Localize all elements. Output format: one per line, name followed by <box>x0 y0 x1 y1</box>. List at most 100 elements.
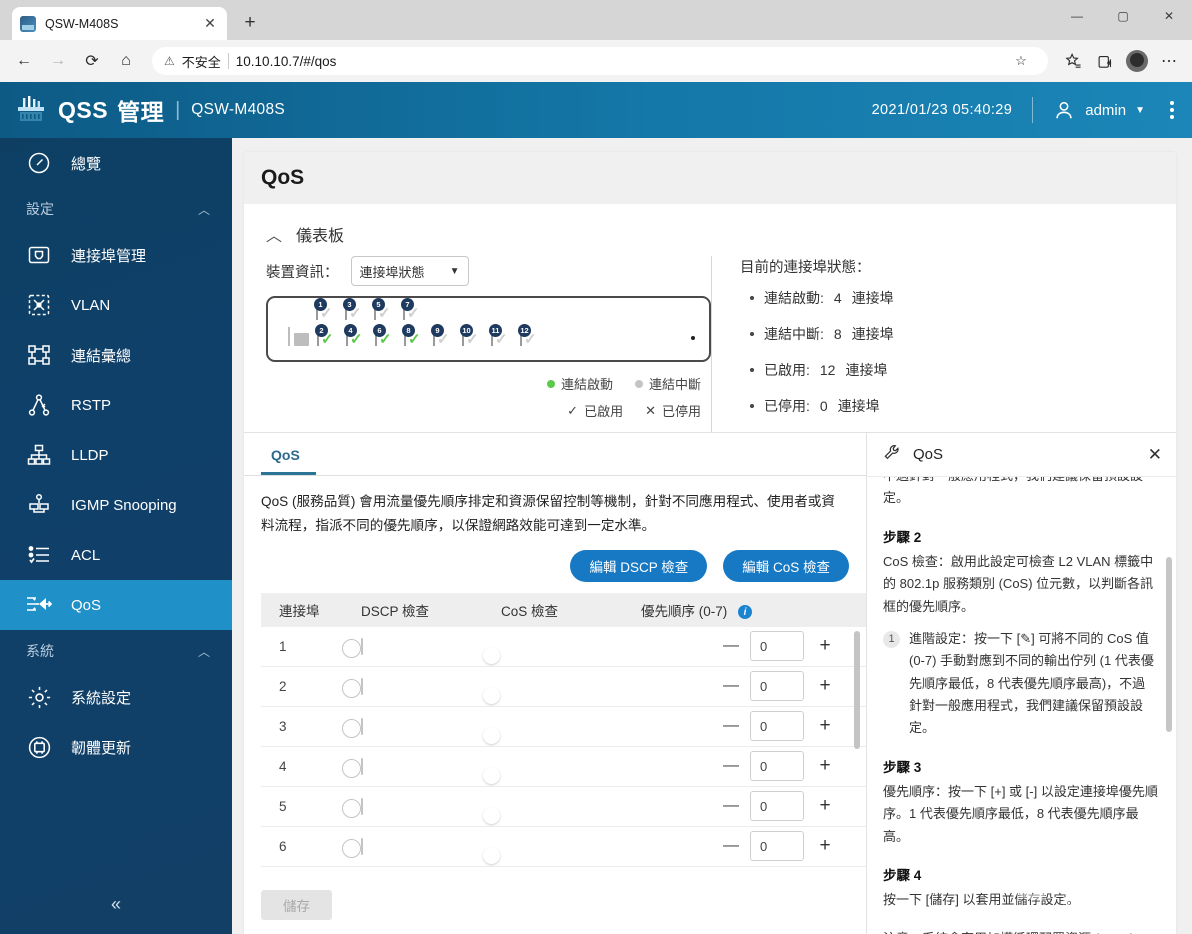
app-body: 總覽 設定 ︿ 連接埠管理 <box>0 138 1192 934</box>
close-icon[interactable]: ✕ <box>1148 445 1162 465</box>
priority-decrement-button[interactable]: — <box>722 717 740 735</box>
maximize-button[interactable]: ▢ <box>1100 0 1146 32</box>
priority-decrement-button[interactable]: — <box>722 757 740 775</box>
priority-input[interactable] <box>750 751 804 781</box>
tab-title: QSW-M408S <box>45 17 201 31</box>
port-cell-2[interactable]: ✓2 <box>317 328 342 354</box>
priority-decrement-button[interactable]: — <box>722 837 740 855</box>
favorite-star-icon[interactable]: ☆ <box>1006 46 1036 76</box>
save-button[interactable]: 儲存 <box>261 890 332 920</box>
profile-avatar[interactable] <box>1122 46 1152 76</box>
chevron-up-icon[interactable]: ︿ <box>266 222 282 246</box>
dscp-toggle[interactable] <box>361 678 363 695</box>
column-header-port: 連接埠 <box>261 600 361 620</box>
warning-triangle-icon: ⚠ <box>164 54 175 68</box>
favorites-list-icon[interactable] <box>1058 46 1088 76</box>
address-bar[interactable]: ⚠ 不安全 10.10.10.7/#/qos ☆ <box>152 47 1048 75</box>
home-icon[interactable]: ⌂ <box>110 45 142 77</box>
port-number: 11 <box>489 324 502 337</box>
device-info-selected-value: 連接埠狀態 <box>360 262 425 281</box>
back-icon[interactable]: ← <box>8 45 40 77</box>
url-text: 10.10.10.7/#/qos <box>236 54 337 69</box>
priority-increment-button[interactable]: + <box>814 635 836 657</box>
sidebar-group-system[interactable]: 系統 ︿ <box>0 630 232 672</box>
window-close-button[interactable]: ✕ <box>1146 0 1192 32</box>
device-info-select[interactable]: 連接埠狀態 ▼ <box>351 256 469 286</box>
switch-diagram: ✓1✓3✓5✓7 ✓2✓4✓6✓8✓9✓10✓11✓12 <box>266 296 711 362</box>
sidebar-group-settings[interactable]: 設定 ︿ <box>0 188 232 230</box>
device-model: QSW-M408S <box>191 101 285 119</box>
window-controls: — ▢ ✕ <box>1054 0 1192 32</box>
user-menu-caret-icon[interactable]: ▼ <box>1135 105 1145 116</box>
priority-increment-button[interactable]: + <box>814 835 836 857</box>
priority-input[interactable] <box>750 791 804 821</box>
port-cell-11[interactable]: ✓11 <box>491 328 516 354</box>
port-number: 2 <box>315 324 328 337</box>
sidebar-collapse-button[interactable]: « <box>0 884 232 924</box>
port-cell-12[interactable]: ✓12 <box>520 328 545 354</box>
new-tab-button[interactable]: + <box>236 9 264 37</box>
sidebar-item-vlan[interactable]: VLAN <box>0 280 232 330</box>
browser-tab[interactable]: QSW-M408S ✕ <box>12 7 227 40</box>
priority-increment-button[interactable]: + <box>814 755 836 777</box>
help-note-text: 注意：系統會套用加權循環配置資源 (WRR) <box>883 928 1158 934</box>
edit-dscp-button[interactable]: 編輯 DSCP 檢查 <box>570 550 707 582</box>
priority-increment-button[interactable]: + <box>814 675 836 697</box>
help-clipped-text: 不過針對一般應用程式，我們建議保留預設設定。 <box>883 477 1158 510</box>
priority-input[interactable] <box>750 631 804 661</box>
sidebar-item-link-aggregation[interactable]: 連結彙總 <box>0 330 232 380</box>
edit-cos-button[interactable]: 編輯 CoS 檢查 <box>723 550 849 582</box>
sidebar-item-acl[interactable]: ACL <box>0 530 232 580</box>
priority-increment-button[interactable]: + <box>814 715 836 737</box>
sidebar-item-qos[interactable]: QoS <box>0 580 232 630</box>
table-body: 1—+2—+3—+4—+5—+6—+ <box>261 627 866 876</box>
dscp-toggle[interactable] <box>361 798 363 815</box>
dashboard-header[interactable]: ︿ 儀表板 <box>244 216 1176 256</box>
reload-icon[interactable]: ⟳ <box>76 45 108 77</box>
help-scrollbar[interactable] <box>1166 557 1172 732</box>
help-sub-number: 1 <box>883 631 900 648</box>
priority-decrement-button[interactable]: — <box>722 637 740 655</box>
priority-input[interactable] <box>750 831 804 861</box>
status-unit: 連接埠 <box>845 360 887 380</box>
minimize-button[interactable]: — <box>1054 0 1100 32</box>
port-number: 6 <box>373 324 386 337</box>
sidebar-item-system-settings[interactable]: 系統設定 <box>0 672 232 722</box>
priority-increment-button[interactable]: + <box>814 795 836 817</box>
port-cell-8[interactable]: ✓8 <box>404 328 429 354</box>
sidebar-item-rstp[interactable]: RSTP <box>0 380 232 430</box>
collections-icon[interactable] <box>1090 46 1120 76</box>
forward-icon[interactable]: → <box>42 45 74 77</box>
priority-input[interactable] <box>750 711 804 741</box>
sidebar-item-port-management[interactable]: 連接埠管理 <box>0 230 232 280</box>
sidebar-label: ACL <box>71 547 100 564</box>
tab-close-icon[interactable]: ✕ <box>201 15 219 33</box>
priority-decrement-button[interactable]: — <box>722 797 740 815</box>
port-cell-10[interactable]: ✓10 <box>462 328 487 354</box>
dscp-toggle[interactable] <box>361 758 363 775</box>
save-bar: 儲存 <box>244 876 866 934</box>
port-cell-6[interactable]: ✓6 <box>375 328 400 354</box>
dscp-toggle[interactable] <box>361 838 363 855</box>
browser-more-icon[interactable]: ⋯ <box>1154 46 1184 76</box>
chevron-up-icon: ︿ <box>198 643 210 660</box>
table-row: 1—+ <box>261 627 866 667</box>
tab-qos[interactable]: QoS <box>261 447 316 475</box>
sidebar-item-igmp-snooping[interactable]: IGMP Snooping <box>0 480 232 530</box>
port-cell-9[interactable]: ✓9 <box>433 328 458 354</box>
port-status-panel: 目前的連接埠狀態： 連結啟動:4連接埠連結中斷:8連接埠已啟用:12連接埠已停用… <box>711 256 1156 432</box>
sidebar-item-lldp[interactable]: LLDP <box>0 430 232 480</box>
table-scrollbar[interactable] <box>854 631 860 749</box>
app-more-icon[interactable] <box>1170 101 1174 119</box>
info-icon[interactable]: i <box>738 605 752 619</box>
sidebar-item-overview[interactable]: 總覽 <box>0 138 232 188</box>
dscp-toggle[interactable] <box>361 718 363 735</box>
dscp-toggle[interactable] <box>361 638 363 655</box>
brand-suffix: 管理 <box>117 93 164 127</box>
priority-input[interactable] <box>750 671 804 701</box>
priority-decrement-button[interactable]: — <box>722 677 740 695</box>
port-cell-4[interactable]: ✓4 <box>346 328 371 354</box>
legend-label: 已停用 <box>662 401 701 420</box>
username-label[interactable]: admin <box>1085 102 1126 119</box>
sidebar-item-firmware-update[interactable]: 韌體更新 <box>0 722 232 772</box>
